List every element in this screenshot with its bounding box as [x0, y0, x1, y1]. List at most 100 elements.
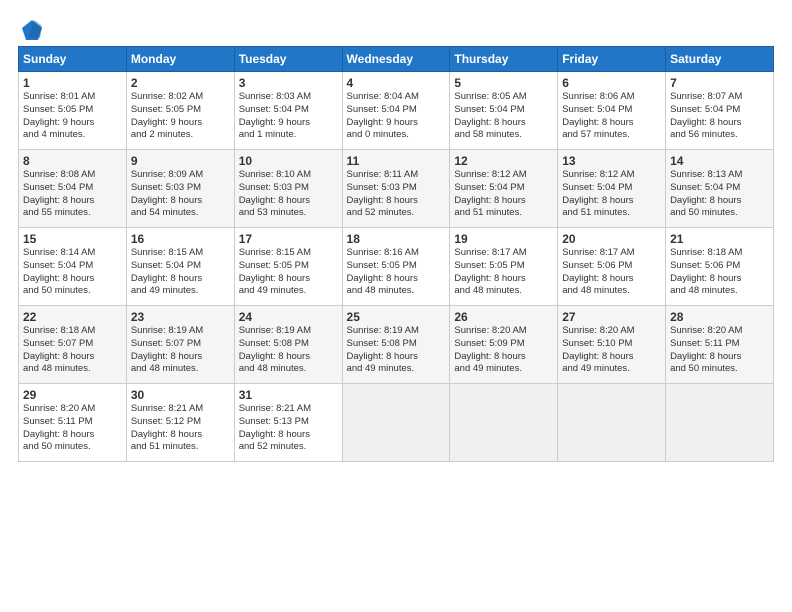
day-info: Sunset: 5:07 PM — [23, 338, 122, 351]
day-info: Sunset: 5:06 PM — [670, 260, 769, 273]
day-info: and 51 minutes. — [454, 207, 553, 220]
day-info: Sunrise: 8:19 AM — [239, 325, 338, 338]
day-info: and 1 minute. — [239, 129, 338, 142]
day-info: Sunrise: 8:19 AM — [131, 325, 230, 338]
header — [18, 18, 774, 36]
calendar-header-wednesday: Wednesday — [342, 47, 450, 72]
day-info: and 54 minutes. — [131, 207, 230, 220]
day-info: Sunset: 5:04 PM — [23, 260, 122, 273]
day-info: Daylight: 9 hours — [23, 117, 122, 130]
day-info: Sunrise: 8:12 AM — [454, 169, 553, 182]
day-info: and 48 minutes. — [131, 363, 230, 376]
day-info: Sunset: 5:03 PM — [131, 182, 230, 195]
calendar-cell: 14Sunrise: 8:13 AMSunset: 5:04 PMDayligh… — [666, 150, 774, 228]
day-info: Daylight: 8 hours — [562, 351, 661, 364]
day-number: 18 — [347, 232, 446, 246]
calendar-week-4: 22Sunrise: 8:18 AMSunset: 5:07 PMDayligh… — [19, 306, 774, 384]
day-info: Sunset: 5:08 PM — [347, 338, 446, 351]
calendar-cell: 28Sunrise: 8:20 AMSunset: 5:11 PMDayligh… — [666, 306, 774, 384]
day-info: Daylight: 8 hours — [670, 273, 769, 286]
calendar-cell: 30Sunrise: 8:21 AMSunset: 5:12 PMDayligh… — [126, 384, 234, 462]
day-info: Sunset: 5:04 PM — [562, 104, 661, 117]
day-info: and 48 minutes. — [454, 285, 553, 298]
day-info: Sunrise: 8:15 AM — [239, 247, 338, 260]
day-number: 7 — [670, 76, 769, 90]
day-info: Sunset: 5:04 PM — [239, 104, 338, 117]
day-info: and 2 minutes. — [131, 129, 230, 142]
day-info: and 4 minutes. — [23, 129, 122, 142]
day-info: Sunrise: 8:04 AM — [347, 91, 446, 104]
day-info: and 0 minutes. — [347, 129, 446, 142]
day-info: Sunset: 5:04 PM — [670, 104, 769, 117]
calendar-cell: 15Sunrise: 8:14 AMSunset: 5:04 PMDayligh… — [19, 228, 127, 306]
day-info: and 52 minutes. — [347, 207, 446, 220]
calendar-cell: 4Sunrise: 8:04 AMSunset: 5:04 PMDaylight… — [342, 72, 450, 150]
day-info: Daylight: 8 hours — [670, 351, 769, 364]
day-info: Sunrise: 8:17 AM — [454, 247, 553, 260]
day-info: and 49 minutes. — [347, 363, 446, 376]
day-info: and 50 minutes. — [670, 363, 769, 376]
page: SundayMondayTuesdayWednesdayThursdayFrid… — [0, 0, 792, 612]
day-info: Sunrise: 8:10 AM — [239, 169, 338, 182]
calendar-cell: 22Sunrise: 8:18 AMSunset: 5:07 PMDayligh… — [19, 306, 127, 384]
day-info: Daylight: 8 hours — [347, 273, 446, 286]
day-number: 26 — [454, 310, 553, 324]
calendar-cell: 10Sunrise: 8:10 AMSunset: 5:03 PMDayligh… — [234, 150, 342, 228]
day-number: 8 — [23, 154, 122, 168]
calendar-cell: 9Sunrise: 8:09 AMSunset: 5:03 PMDaylight… — [126, 150, 234, 228]
calendar-header-tuesday: Tuesday — [234, 47, 342, 72]
day-info: Sunrise: 8:21 AM — [131, 403, 230, 416]
day-info: and 57 minutes. — [562, 129, 661, 142]
calendar-cell: 19Sunrise: 8:17 AMSunset: 5:05 PMDayligh… — [450, 228, 558, 306]
day-info: Sunrise: 8:20 AM — [454, 325, 553, 338]
day-info: Daylight: 8 hours — [23, 195, 122, 208]
day-number: 5 — [454, 76, 553, 90]
calendar-header-row: SundayMondayTuesdayWednesdayThursdayFrid… — [19, 47, 774, 72]
day-info: Sunrise: 8:15 AM — [131, 247, 230, 260]
day-info: Sunset: 5:08 PM — [239, 338, 338, 351]
calendar-cell: 23Sunrise: 8:19 AMSunset: 5:07 PMDayligh… — [126, 306, 234, 384]
day-info: Sunset: 5:06 PM — [562, 260, 661, 273]
day-info: and 48 minutes. — [562, 285, 661, 298]
day-info: and 49 minutes. — [454, 363, 553, 376]
day-info: Daylight: 8 hours — [131, 195, 230, 208]
calendar-cell: 3Sunrise: 8:03 AMSunset: 5:04 PMDaylight… — [234, 72, 342, 150]
day-info: Sunrise: 8:13 AM — [670, 169, 769, 182]
day-info: Sunrise: 8:14 AM — [23, 247, 122, 260]
day-number: 23 — [131, 310, 230, 324]
calendar-header-thursday: Thursday — [450, 47, 558, 72]
day-info: Sunrise: 8:09 AM — [131, 169, 230, 182]
day-number: 31 — [239, 388, 338, 402]
calendar-cell: 11Sunrise: 8:11 AMSunset: 5:03 PMDayligh… — [342, 150, 450, 228]
day-info: Sunrise: 8:21 AM — [239, 403, 338, 416]
calendar-cell: 29Sunrise: 8:20 AMSunset: 5:11 PMDayligh… — [19, 384, 127, 462]
day-info: and 51 minutes. — [131, 441, 230, 454]
day-number: 21 — [670, 232, 769, 246]
day-info: Daylight: 8 hours — [454, 273, 553, 286]
day-info: Sunset: 5:04 PM — [670, 182, 769, 195]
day-info: Sunrise: 8:01 AM — [23, 91, 122, 104]
day-info: Sunrise: 8:03 AM — [239, 91, 338, 104]
day-info: and 48 minutes. — [347, 285, 446, 298]
day-info: and 49 minutes. — [131, 285, 230, 298]
day-info: Daylight: 8 hours — [239, 351, 338, 364]
day-info: Daylight: 8 hours — [131, 351, 230, 364]
calendar-cell: 6Sunrise: 8:06 AMSunset: 5:04 PMDaylight… — [558, 72, 666, 150]
day-info: Sunset: 5:11 PM — [23, 416, 122, 429]
day-number: 10 — [239, 154, 338, 168]
calendar-week-5: 29Sunrise: 8:20 AMSunset: 5:11 PMDayligh… — [19, 384, 774, 462]
calendar-cell: 7Sunrise: 8:07 AMSunset: 5:04 PMDaylight… — [666, 72, 774, 150]
day-info: Sunset: 5:04 PM — [23, 182, 122, 195]
day-info: Daylight: 9 hours — [239, 117, 338, 130]
day-info: Sunrise: 8:18 AM — [23, 325, 122, 338]
calendar-week-3: 15Sunrise: 8:14 AMSunset: 5:04 PMDayligh… — [19, 228, 774, 306]
day-info: Sunrise: 8:17 AM — [562, 247, 661, 260]
day-info: Sunset: 5:05 PM — [347, 260, 446, 273]
day-info: and 50 minutes. — [23, 285, 122, 298]
day-info: and 48 minutes. — [239, 363, 338, 376]
day-info: Daylight: 8 hours — [347, 195, 446, 208]
calendar-cell: 27Sunrise: 8:20 AMSunset: 5:10 PMDayligh… — [558, 306, 666, 384]
calendar-cell: 21Sunrise: 8:18 AMSunset: 5:06 PMDayligh… — [666, 228, 774, 306]
calendar-header-saturday: Saturday — [666, 47, 774, 72]
day-number: 13 — [562, 154, 661, 168]
